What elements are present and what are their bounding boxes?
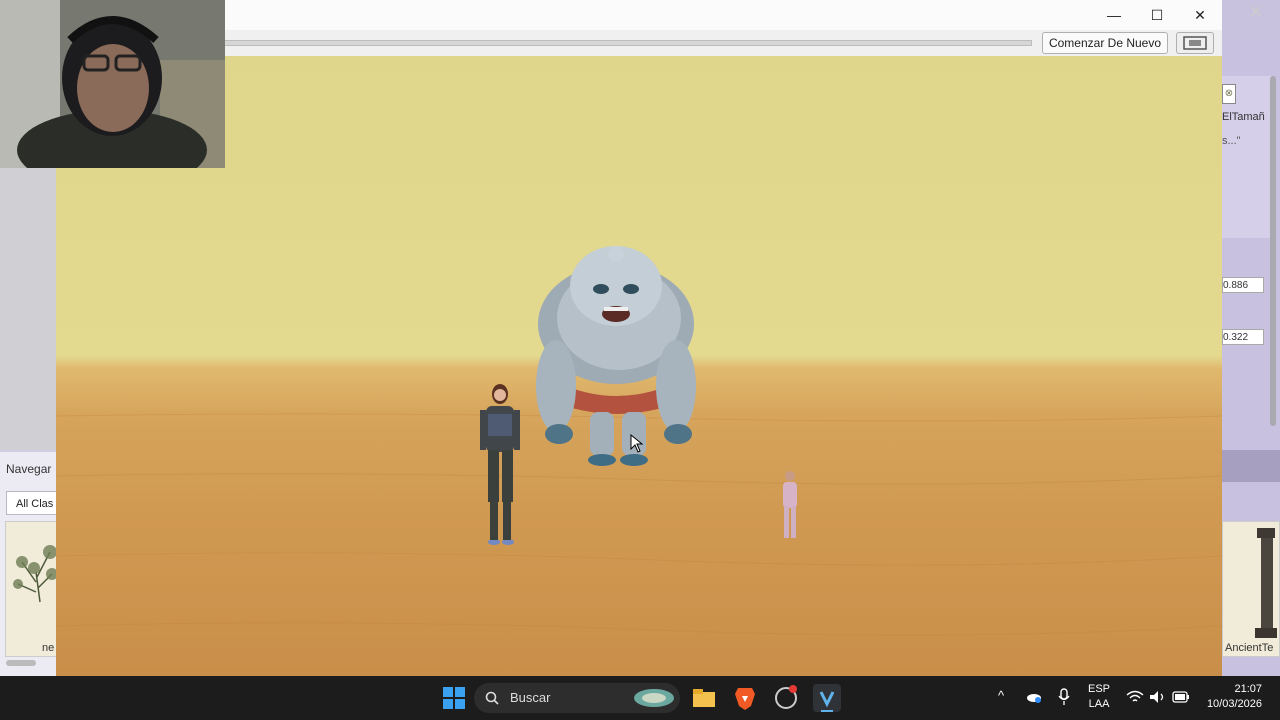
gallery-item-label: ne bbox=[42, 642, 55, 654]
search-placeholder: Buscar bbox=[510, 690, 551, 705]
yeti-character bbox=[536, 246, 696, 466]
property-size-label: ElTamañ bbox=[1222, 111, 1265, 123]
restart-button[interactable]: Comenzar De Nuevo bbox=[1042, 32, 1168, 54]
column-thumbnail-icon bbox=[1255, 528, 1277, 638]
properties-scrollbar[interactable] bbox=[1270, 76, 1276, 426]
clock[interactable]: 21:07 10/03/2026 bbox=[1196, 682, 1262, 712]
clock-time: 21:07 bbox=[1234, 683, 1262, 695]
ide-right-divider bbox=[1222, 450, 1280, 482]
windows-taskbar: Buscar ^ ESP LAA 21:07 10/03/2026 bbox=[0, 676, 1280, 720]
language-indicator[interactable]: ESP LAA bbox=[1088, 682, 1110, 712]
microphone-icon[interactable] bbox=[1058, 688, 1070, 706]
search-icon bbox=[485, 691, 499, 705]
child-character bbox=[783, 471, 797, 538]
scene-toolbar: Comenzar De Nuevo bbox=[56, 30, 1222, 56]
gallery-item-tree[interactable] bbox=[5, 521, 56, 657]
gallery-item-column[interactable] bbox=[1222, 521, 1280, 657]
onedrive-icon[interactable] bbox=[1026, 690, 1042, 704]
clock-date: 10/03/2026 bbox=[1206, 698, 1262, 710]
property-ellipsis-label: s..." bbox=[1222, 135, 1241, 147]
lang-bottom: LAA bbox=[1088, 698, 1110, 710]
loading-progress-bar bbox=[222, 40, 1032, 46]
scene-drawing bbox=[56, 246, 1222, 636]
fullscreen-icon bbox=[1183, 36, 1207, 50]
alice-app-icon[interactable] bbox=[813, 684, 841, 712]
class-filter-button[interactable]: All Clas bbox=[6, 491, 56, 515]
property-value-field-1[interactable]: 0.886 bbox=[1222, 277, 1264, 293]
gallery-scrollbar[interactable] bbox=[6, 660, 36, 666]
woman-character bbox=[480, 384, 520, 545]
close-button[interactable]: ✕ bbox=[1178, 0, 1222, 30]
lang-top: ESP bbox=[1088, 683, 1111, 695]
minimize-button[interactable]: — bbox=[1092, 0, 1136, 30]
background-close-icon[interactable]: ✕ bbox=[1249, 2, 1262, 22]
mouse-cursor-icon bbox=[630, 434, 644, 453]
ide-left-gray-area bbox=[0, 168, 56, 450]
webcam-person-image bbox=[0, 0, 225, 168]
scene-window: — ☐ ✕ Comenzar De Nuevo bbox=[56, 0, 1222, 676]
fullscreen-button[interactable] bbox=[1176, 32, 1214, 54]
brave-browser-icon[interactable] bbox=[731, 684, 759, 712]
app-recording-icon[interactable] bbox=[772, 684, 800, 712]
tray-overflow-icon[interactable]: ^ bbox=[998, 688, 1004, 703]
navigator-title: Navegar bbox=[6, 462, 52, 476]
gallery-item-label-right: AncientTe bbox=[1225, 642, 1274, 654]
tree-thumbnail-icon bbox=[13, 545, 56, 603]
window-titlebar: — ☐ ✕ bbox=[56, 0, 1222, 31]
3d-scene-viewport[interactable] bbox=[56, 56, 1222, 676]
volume-icon[interactable] bbox=[1149, 690, 1167, 704]
battery-icon[interactable] bbox=[1172, 691, 1190, 703]
file-explorer-icon[interactable] bbox=[690, 684, 718, 712]
search-highlight-icon bbox=[634, 689, 674, 707]
windows-start-icon[interactable] bbox=[440, 684, 468, 712]
property-value-field-2[interactable]: 0.322 bbox=[1222, 329, 1264, 345]
webcam-overlay bbox=[0, 0, 225, 168]
wifi-icon[interactable] bbox=[1126, 690, 1144, 704]
taskbar-search-box[interactable]: Buscar bbox=[474, 683, 680, 713]
property-tile-icon[interactable]: ⊗ bbox=[1222, 84, 1236, 104]
maximize-button[interactable]: ☐ bbox=[1135, 0, 1179, 30]
